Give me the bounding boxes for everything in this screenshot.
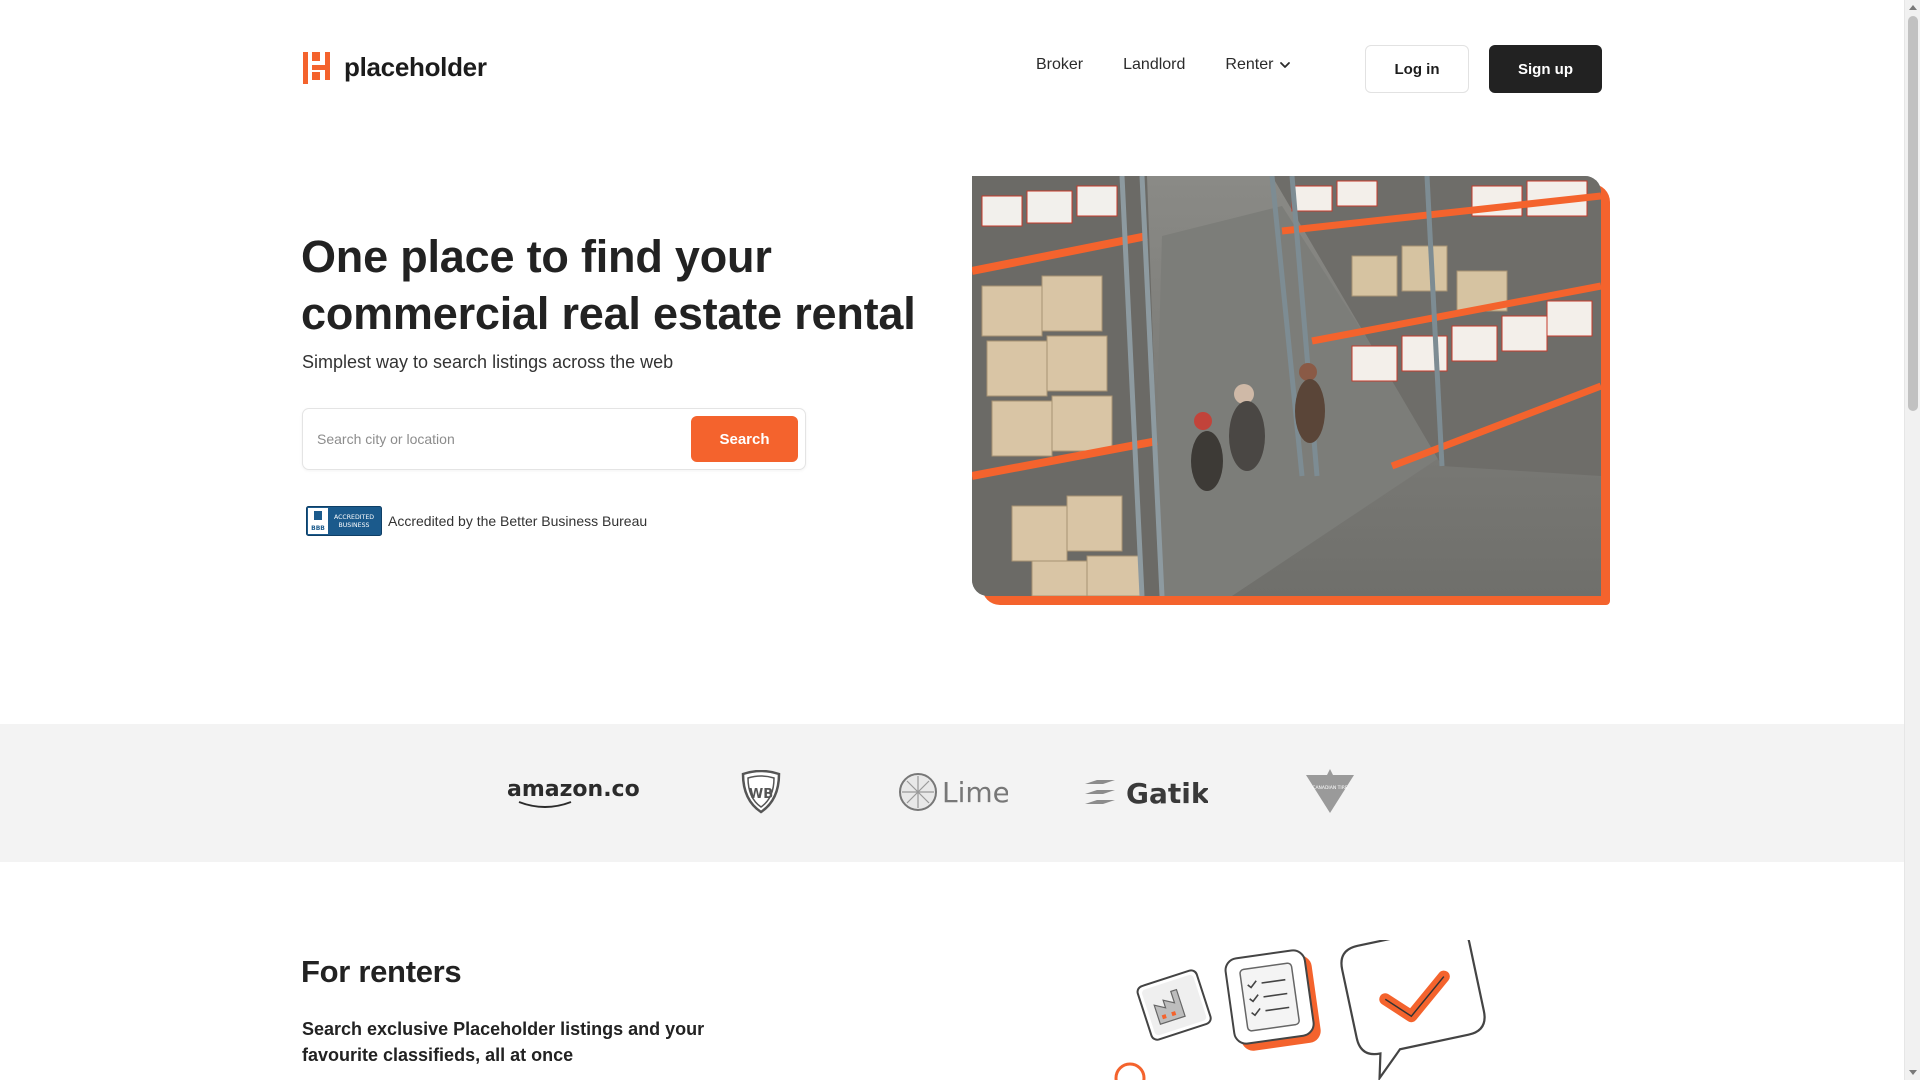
warner-bros-logo-text: WB [749,787,773,802]
logo-text: placeholder [344,51,487,82]
signup-button[interactable]: Sign up [1489,45,1602,93]
site-header: placeholder Broker Landlord Renter Log i… [0,0,1904,140]
renters-illustration [1114,940,1486,1080]
logo[interactable]: placeholder [302,50,487,84]
warehouse-illustration [972,176,1601,596]
warner-bros-logo: WB [736,752,786,832]
search-box: Search [302,408,806,470]
chevron-down-icon [1280,62,1291,68]
canadian-tire-triangle-icon: CANADIAN TIRE [1306,769,1354,813]
main-nav: Broker Landlord Renter [1036,56,1291,74]
renters-title: For renters [301,954,462,989]
scroll-down-arrow-icon[interactable] [1909,1070,1917,1075]
nav-renter-label: Renter [1225,56,1274,73]
bbb-badge-icon: BBB ACCREDITED BUSINESS [306,506,382,536]
lime-logo-text: Lime [942,776,1008,809]
scroll-thumb[interactable] [1908,16,1918,411]
search-button[interactable]: Search [691,416,798,462]
hero-title: One place to find your commercial real e… [301,228,941,342]
canadian-tire-logo-text: CANADIAN TIRE [1312,785,1348,791]
scroll-up-arrow-icon[interactable] [1909,5,1917,10]
hero-image [972,176,1610,605]
login-button[interactable]: Log in [1365,45,1469,93]
nav-landlord[interactable]: Landlord [1123,56,1185,74]
bbb-badge-line1: ACCREDITED [334,514,374,521]
hero-title-line2: commercial real estate rental [301,288,916,339]
nav-renter[interactable]: Renter [1225,56,1291,74]
amazon-logo-text: amazon.com [507,777,640,802]
amazon-logo: amazon.com [505,752,640,832]
gatik-logo-icon: Gatik [1085,777,1208,810]
lime-logo: Lime [898,752,1008,832]
bbb-logo-text: BBB [311,525,325,532]
bbb-text: Accredited by the Better Business Bureau [388,513,648,529]
amazon-logo-icon: amazon.com [507,777,640,808]
gatik-logo: Gatik [1083,752,1208,832]
canadian-tire-logo: CANADIAN TIRE [1302,752,1358,832]
nav-broker[interactable]: Broker [1036,56,1083,74]
gatik-logo-text: Gatik [1126,777,1208,810]
warner-bros-shield-icon: WB [741,770,781,814]
bbb-badge-line2: BUSINESS [339,522,370,529]
page-scrollbar[interactable] [1904,0,1920,1080]
logo-mark-icon [303,52,330,84]
renters-subtitle: Search exclusive Placeholder listings an… [302,1019,705,1065]
lime-logo-icon: Lime [899,773,1008,811]
bbb-accreditation: BBB ACCREDITED BUSINESS Accredited by th… [306,506,647,536]
hero-subtitle: Simplest way to search listings across t… [302,352,674,372]
hero-title-line1: One place to find your [301,231,772,282]
warehouse-photo [972,176,1601,596]
search-input[interactable] [317,423,677,455]
brand-logos-strip: amazon.com WB Lime Gatik CANADI [0,724,1904,862]
